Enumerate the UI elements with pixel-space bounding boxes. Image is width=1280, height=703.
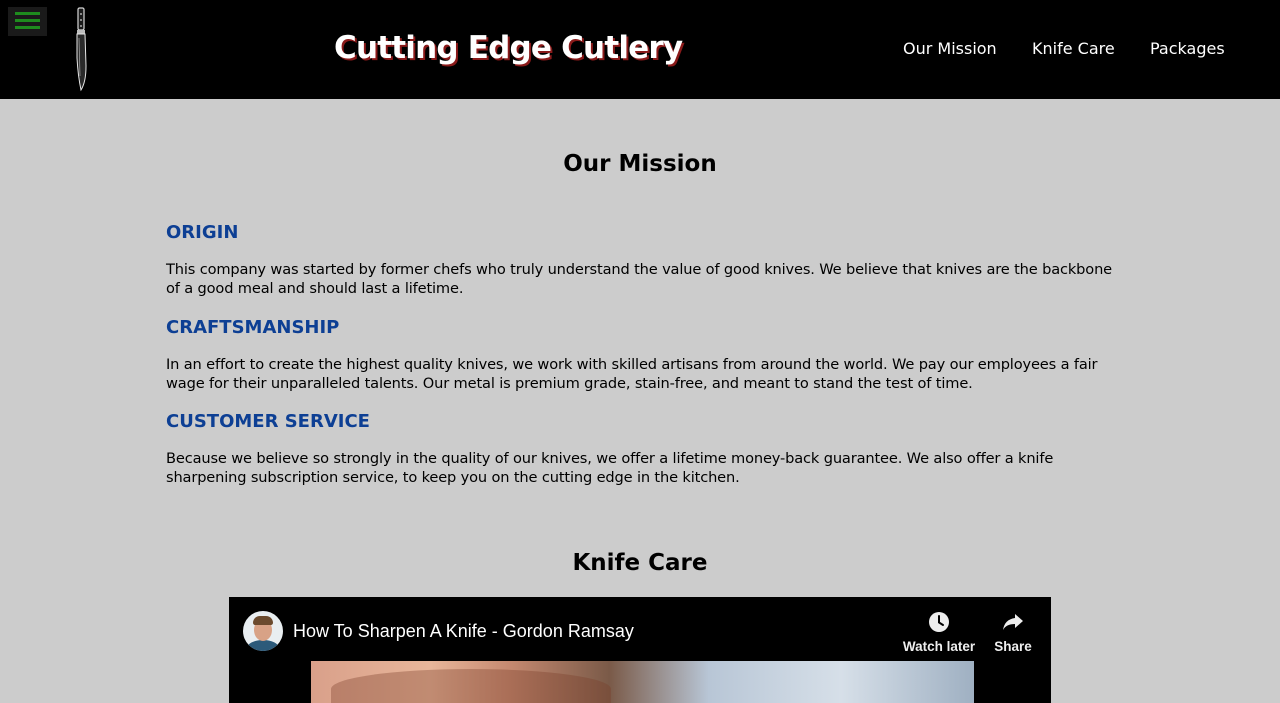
share-button[interactable]: Share [973,611,1051,654]
craftsmanship-heading: CRAFTSMANSHIP [166,317,340,338]
customer-service-heading: CUSTOMER SERVICE [166,411,370,432]
hamburger-bar [15,26,40,29]
hamburger-menu-button[interactable] [8,7,47,36]
embedded-video-player[interactable]: How To Sharpen A Knife - Gordon Ramsay W… [229,597,1051,703]
knife-icon [76,7,87,92]
share-label: Share [994,639,1032,654]
customer-service-paragraph: Because we believe so strongly in the qu… [166,450,1054,486]
avatar-shirt [247,640,279,651]
origin-paragraph: This company was started by former chefs… [166,261,1112,297]
hamburger-bar [15,19,40,22]
thumbnail-shading [331,669,611,703]
share-arrow-icon [1003,614,1023,630]
video-title[interactable]: How To Sharpen A Knife - Gordon Ramsay [293,620,634,642]
avatar-hair [253,616,273,625]
video-thumbnail[interactable] [311,661,974,703]
hamburger-menu-icon [15,12,40,15]
nav-link-knife-care[interactable]: Knife Care [1032,38,1115,60]
site-header: Cutting Edge Cutlery Our Mission Knife C… [0,0,1280,99]
nav-link-packages[interactable]: Packages [1150,38,1225,60]
craftsmanship-paragraph: In an effort to create the highest quali… [166,356,1098,392]
watch-later-button[interactable]: Watch later [899,611,979,654]
watch-later-label: Watch later [902,639,976,654]
site-title: Cutting Edge Cutlery [334,30,683,66]
origin-heading: ORIGIN [166,222,239,243]
nav-link-our-mission[interactable]: Our Mission [903,38,997,60]
knife-care-heading: Knife Care [572,550,708,576]
our-mission-heading: Our Mission [563,151,717,177]
channel-avatar[interactable] [243,611,283,651]
clock-icon [929,612,949,632]
